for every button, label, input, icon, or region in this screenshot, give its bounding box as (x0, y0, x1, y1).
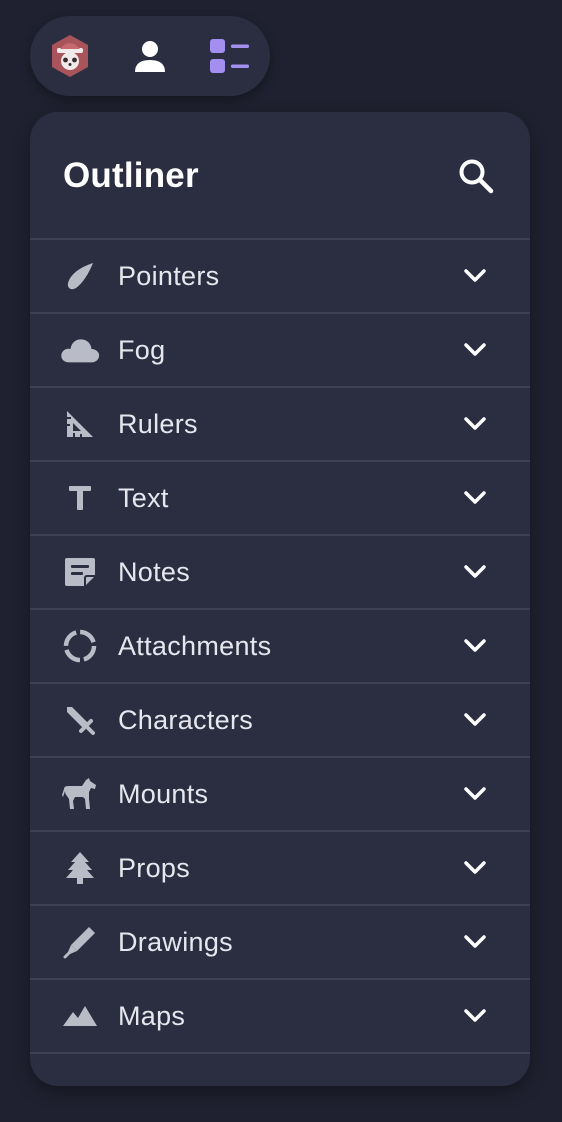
outliner-item-props[interactable]: Props (30, 832, 530, 906)
outliner-item-notes[interactable]: Notes (30, 536, 530, 610)
outliner-item-label: Attachments (118, 631, 272, 661)
outliner-item-label: Rulers (118, 409, 198, 439)
sword-icon (60, 702, 100, 738)
cloud-icon (60, 332, 100, 368)
note-icon (60, 554, 100, 590)
chevron-down-icon[interactable] (460, 336, 490, 364)
chevron-down-icon[interactable] (460, 706, 490, 734)
pointer-icon (60, 258, 100, 294)
outliner-header: Outliner (30, 112, 530, 240)
pen-icon (60, 924, 100, 960)
outliner-item-label: Characters (118, 705, 254, 735)
outliner-item-label: Notes (118, 557, 191, 587)
profile-button[interactable] (118, 16, 182, 96)
outliner-item-maps[interactable]: Maps (30, 980, 530, 1054)
chevron-down-icon[interactable] (460, 1002, 490, 1030)
chevron-down-icon[interactable] (460, 558, 490, 586)
outliner-item-label: Props (118, 853, 191, 883)
top-toolbar (30, 16, 270, 96)
tree-icon (60, 850, 100, 886)
mountain-icon (60, 998, 100, 1034)
chevron-down-icon[interactable] (460, 410, 490, 438)
chevron-down-icon[interactable] (460, 262, 490, 290)
outliner-item-label: Drawings (118, 927, 233, 957)
panda-logo-icon (52, 35, 88, 77)
user-icon (135, 41, 165, 72)
outliner-title: Outliner (63, 156, 199, 195)
chevron-down-icon[interactable] (460, 632, 490, 660)
outliner-item-drawings[interactable]: Drawings (30, 906, 530, 980)
outliner-item-label: Pointers (118, 261, 220, 291)
outliner-toggle-button[interactable] (198, 16, 262, 96)
horse-icon (60, 776, 100, 812)
outliner-item-mounts[interactable]: Mounts (30, 758, 530, 832)
outliner-item-characters[interactable]: Characters (30, 684, 530, 758)
chevron-down-icon[interactable] (460, 484, 490, 512)
outliner-item-label: Mounts (118, 779, 209, 809)
text-icon (60, 480, 100, 516)
outliner-item-text[interactable]: Text (30, 462, 530, 536)
outliner-item-rulers[interactable]: Rulers (30, 388, 530, 462)
outliner-panel: Outliner Pointers Fog Rulers Text Notes … (30, 112, 530, 1086)
app-logo-button[interactable] (38, 16, 102, 96)
search-icon (459, 159, 494, 194)
attachment-icon (60, 628, 100, 664)
outliner-item-label: Fog (118, 335, 166, 365)
outliner-item-label: Text (118, 483, 169, 513)
outliner-item-pointers[interactable]: Pointers (30, 240, 530, 314)
outliner-list-icon (210, 39, 249, 73)
outliner-item-label: Maps (118, 1001, 186, 1031)
outliner-item-attachments[interactable]: Attachments (30, 610, 530, 684)
chevron-down-icon[interactable] (460, 780, 490, 808)
outliner-list: Pointers Fog Rulers Text Notes Attachmen… (30, 240, 530, 1054)
ruler-icon (60, 406, 100, 442)
search-button[interactable] (450, 150, 502, 202)
chevron-down-icon[interactable] (460, 854, 490, 882)
outliner-item-fog[interactable]: Fog (30, 314, 530, 388)
chevron-down-icon[interactable] (460, 928, 490, 956)
